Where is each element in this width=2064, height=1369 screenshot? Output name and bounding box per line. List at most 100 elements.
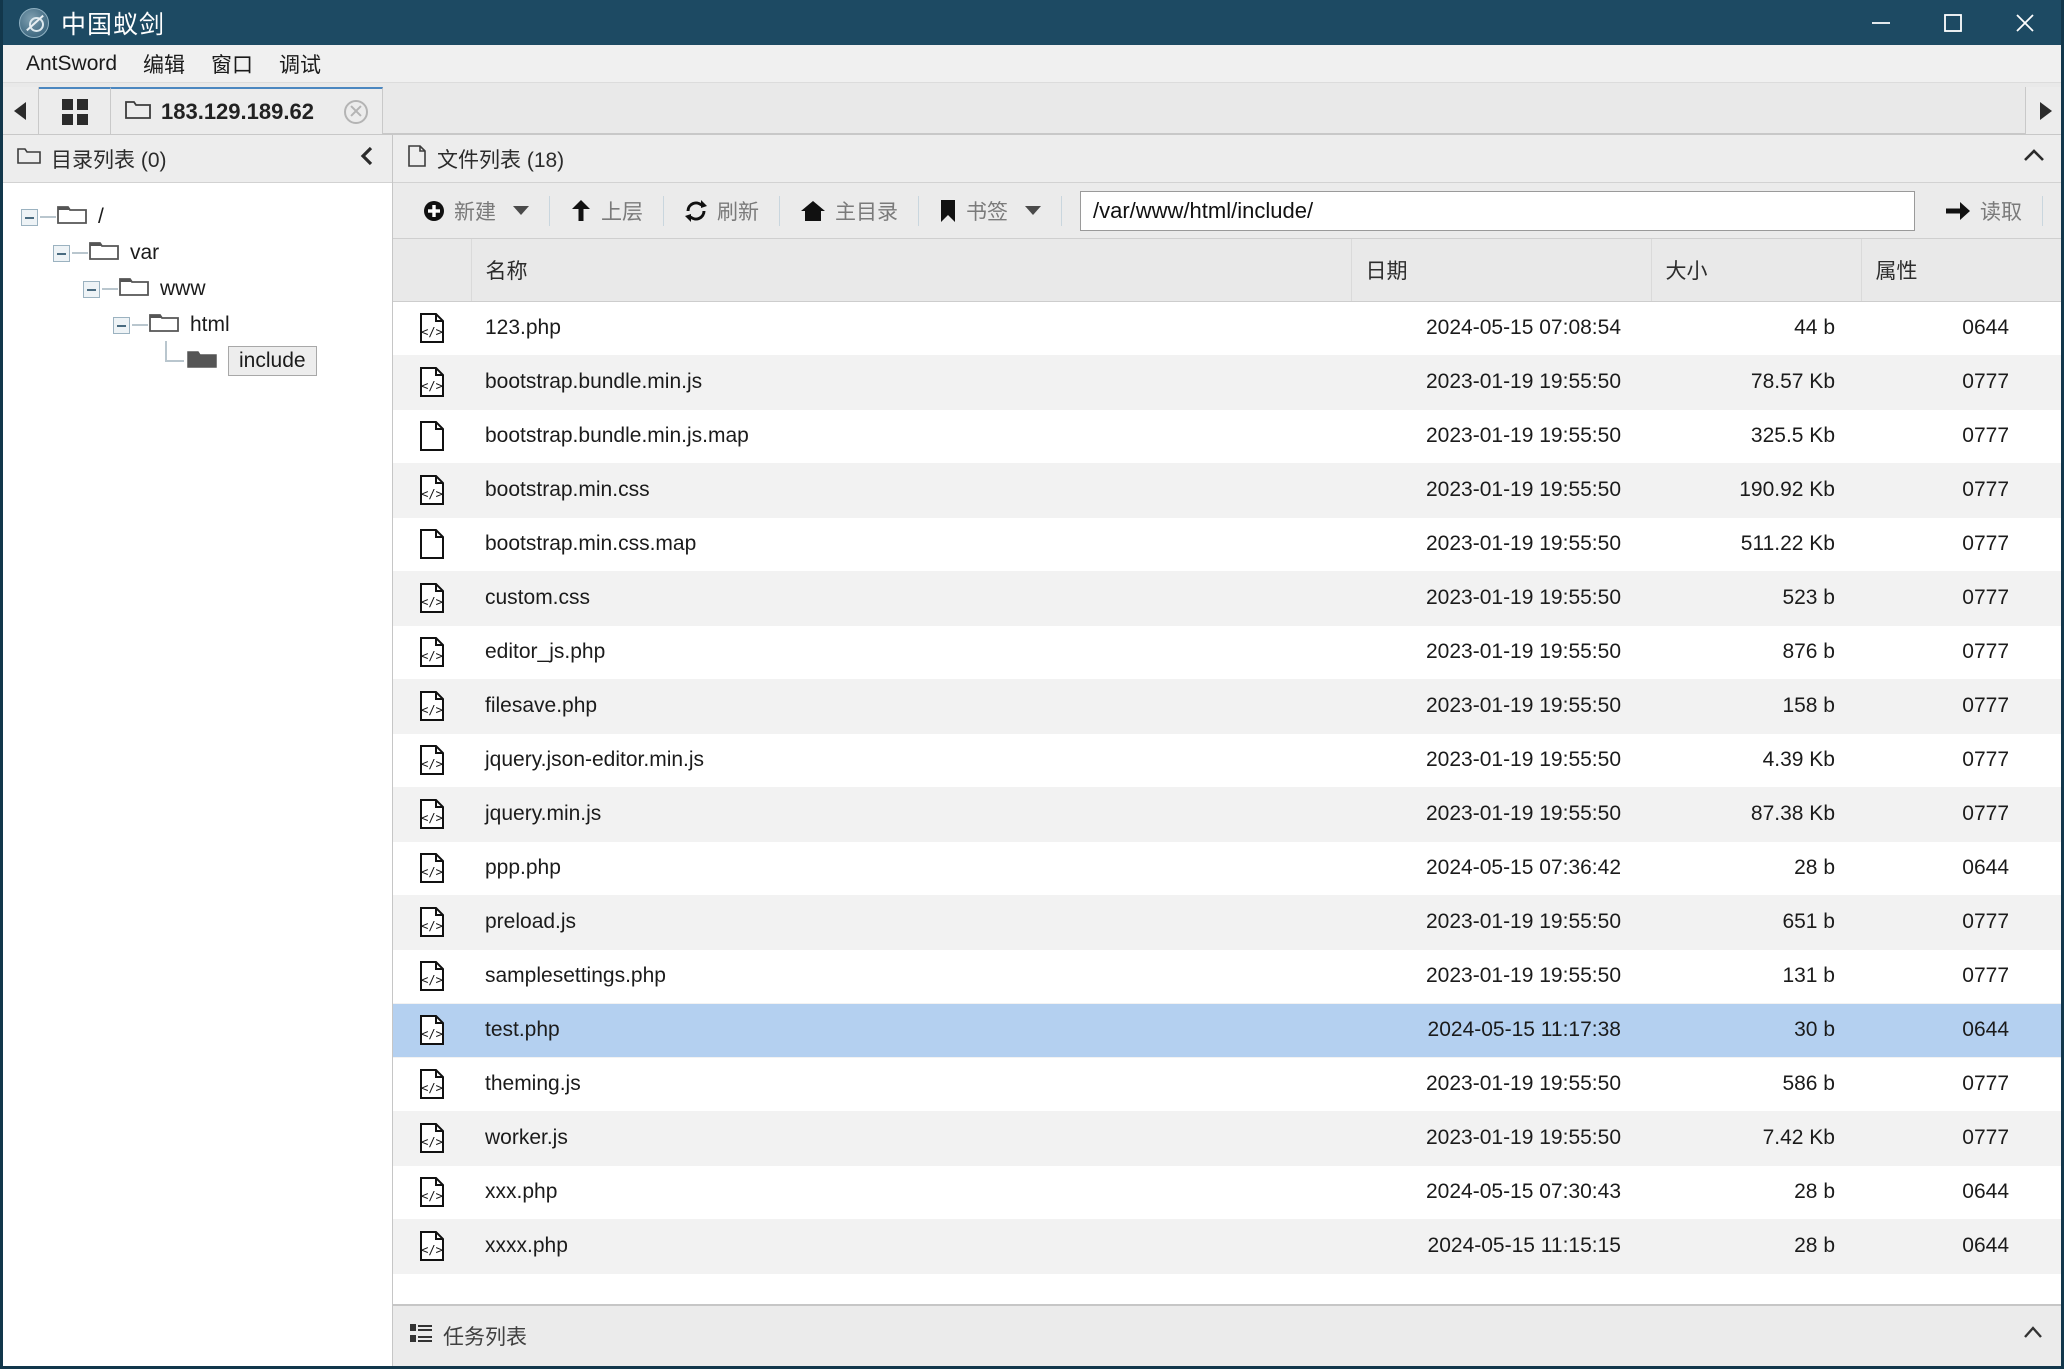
tree-elbow [102,288,118,290]
svg-text:</>: </> [421,1081,443,1095]
file-date-cell: 2023-01-19 19:55:50 [1351,571,1651,626]
table-row[interactable]: </> worker.js 2023-01-19 19:55:50 7.42 Kb 07… [393,1111,2061,1166]
tab-183-129-189-62[interactable]: 183.129.189.62 [111,87,383,134]
antsword-logo-icon [19,7,49,38]
tab-close-icon[interactable] [344,99,368,124]
file-date-cell: 2023-01-19 19:55:50 [1351,1111,1651,1166]
table-row[interactable]: </> bootstrap.min.css 2023-01-19 19:55:50 1… [393,463,2061,518]
refresh-button[interactable]: 刷新 [668,191,775,231]
column-header-name[interactable]: 名称 [471,239,1352,302]
file-type-icon-cell: </> [393,1165,471,1220]
new-button[interactable]: 新建 [407,191,545,231]
grid-view-button[interactable] [39,87,111,134]
file-name-cell: preload.js [471,895,1351,950]
read-button-label: 读取 [1980,200,2022,224]
folder-open-icon [88,238,120,268]
bookmark-icon [939,199,957,223]
table-row[interactable]: </> xxx.php 2024-05-15 07:30:43 28 b 0644 [393,1165,2061,1220]
path-input[interactable] [1080,190,1915,231]
file-name-cell: bootstrap.bundle.min.js [471,355,1351,410]
column-header-attr[interactable]: 属性 [1861,239,2061,302]
tab-scroll-right-button[interactable] [2025,87,2061,134]
table-row[interactable]: </> bootstrap.bundle.min.js 2023-01-19 19:… [393,355,2061,410]
grid-view-icon [61,98,88,125]
file-type-icon-cell: </> [393,1003,471,1058]
file-name-cell: jquery.min.js [471,787,1351,842]
tree-node-include[interactable]: include [21,341,392,379]
tree-expander-icon[interactable] [83,280,100,298]
file-table-header: 名称 日期 大小 属性 [393,239,2061,302]
file-list[interactable]: 名称 日期 大小 属性 </> 123.php 2024-05-15 07:08:5… [393,239,2061,1304]
file-date-cell: 2023-01-19 19:55:50 [1351,895,1651,950]
menu-item-debug[interactable]: 调试 [266,45,334,83]
expand-task-list-button[interactable] [2021,1323,2045,1349]
column-header-size[interactable]: 大小 [1651,239,1862,302]
column-header-date[interactable]: 日期 [1351,239,1652,302]
table-row[interactable]: </> preload.js 2023-01-19 19:55:50 651 b 077… [393,895,2061,950]
tree-node-label: html [190,313,230,336]
home-button[interactable]: 主目录 [784,191,914,231]
file-name-cell: 123.php [471,301,1351,356]
table-row[interactable]: </> filesave.php 2023-01-19 19:55:50 158 b0… [393,679,2061,734]
tab-scroll-left-button[interactable] [3,87,39,134]
table-row[interactable]: </> 123.php 2024-05-15 07:08:54 44 b 0644 [393,301,2061,356]
file-name-cell: bootstrap.bundle.min.js.map [471,409,1351,464]
bookmark-button[interactable]: 书签 [923,191,1057,231]
table-row[interactable]: bootstrap.bundle.min.js.map 2023-01-19 19… [393,409,2061,464]
menu-item-antsword[interactable]: AntSword [13,48,130,80]
tree-node-root[interactable]: / [21,199,392,235]
table-row[interactable]: bootstrap.min.css.map 2023-01-19 19:55:50… [393,517,2061,572]
tree-expander-icon[interactable] [113,316,130,334]
file-date-cell: 2024-05-15 11:15:15 [1351,1219,1651,1274]
caret-down-icon[interactable] [1025,206,1041,215]
svg-text:</>: </> [421,865,443,879]
task-list-bar[interactable]: 任务列表 [393,1304,2061,1366]
tab-bar: 183.129.189.62 [3,83,2061,135]
file-size-cell: 28 b [1651,1165,1861,1220]
column-header-icon[interactable] [393,239,472,302]
tree-node-html[interactable]: html [21,307,392,343]
tree-node-www[interactable]: www [21,271,392,307]
table-row[interactable]: </> custom.css 2023-01-19 19:55:50 523 b 077… [393,571,2061,626]
folder-open-icon [148,310,180,340]
file-type-icon-cell: </> [393,1219,471,1274]
code-file-icon: </> [420,691,444,721]
file-attr-cell: 0777 [1861,787,2061,842]
file-type-icon-cell: </> [393,949,471,1004]
menu-item-window[interactable]: 窗口 [198,45,266,83]
table-row[interactable]: </> ppp.php 2024-05-15 07:36:42 28 b 0644 [393,841,2061,896]
table-row[interactable]: </> xxxx.php 2024-05-15 11:15:15 28 b 0644 [393,1219,2061,1274]
directory-panel: 目录列表 (0) / var www html include [3,135,393,1366]
close-icon[interactable] [1989,0,2061,45]
up-button[interactable]: 上层 [554,191,659,231]
table-row[interactable]: </> theming.js 2023-01-19 19:55:50 586 b 077… [393,1057,2061,1112]
table-row[interactable]: </> test.php 2024-05-15 11:17:38 30 b 0644 [393,1003,2061,1058]
maximize-icon[interactable] [1917,0,1989,45]
folder-icon [125,98,151,125]
caret-down-icon[interactable] [513,206,529,215]
home-button-label: 主目录 [835,200,898,224]
file-attr-cell: 0777 [1861,517,2061,572]
tree-expander-icon[interactable] [21,208,38,226]
file-name-cell: bootstrap.min.css.map [471,517,1351,572]
table-row[interactable]: </> editor_js.php 2023-01-19 19:55:50 876 b… [393,625,2061,680]
file-attr-cell: 0777 [1861,679,2061,734]
menu-item-edit[interactable]: 编辑 [130,45,198,83]
tree-expander-icon[interactable] [53,244,70,262]
minimize-icon[interactable] [1845,0,1917,45]
read-button[interactable]: 读取 [1929,191,2038,231]
file-size-cell: 325.5 Kb [1651,409,1861,464]
task-list-icon [409,1322,433,1350]
table-row[interactable]: </> samplesettings.php 2023-01-19 19:55:50… [393,949,2061,1004]
file-type-icon-cell: </> [393,787,471,842]
collapse-file-panel-button[interactable] [2021,146,2047,172]
table-row[interactable]: </> jquery.json-editor.min.js 2023-01-19 1… [393,733,2061,788]
toolbar-separator [549,195,550,226]
collapse-sidebar-button[interactable] [358,145,378,173]
file-name-cell: xxxx.php [471,1219,1351,1274]
file-type-icon-cell: </> [393,355,471,410]
code-file-icon: </> [420,1069,444,1099]
tree-node-var[interactable]: var [21,235,392,271]
table-row[interactable]: </> jquery.min.js 2023-01-19 19:55:50 87.38… [393,787,2061,842]
file-size-cell: 131 b [1651,949,1861,1004]
